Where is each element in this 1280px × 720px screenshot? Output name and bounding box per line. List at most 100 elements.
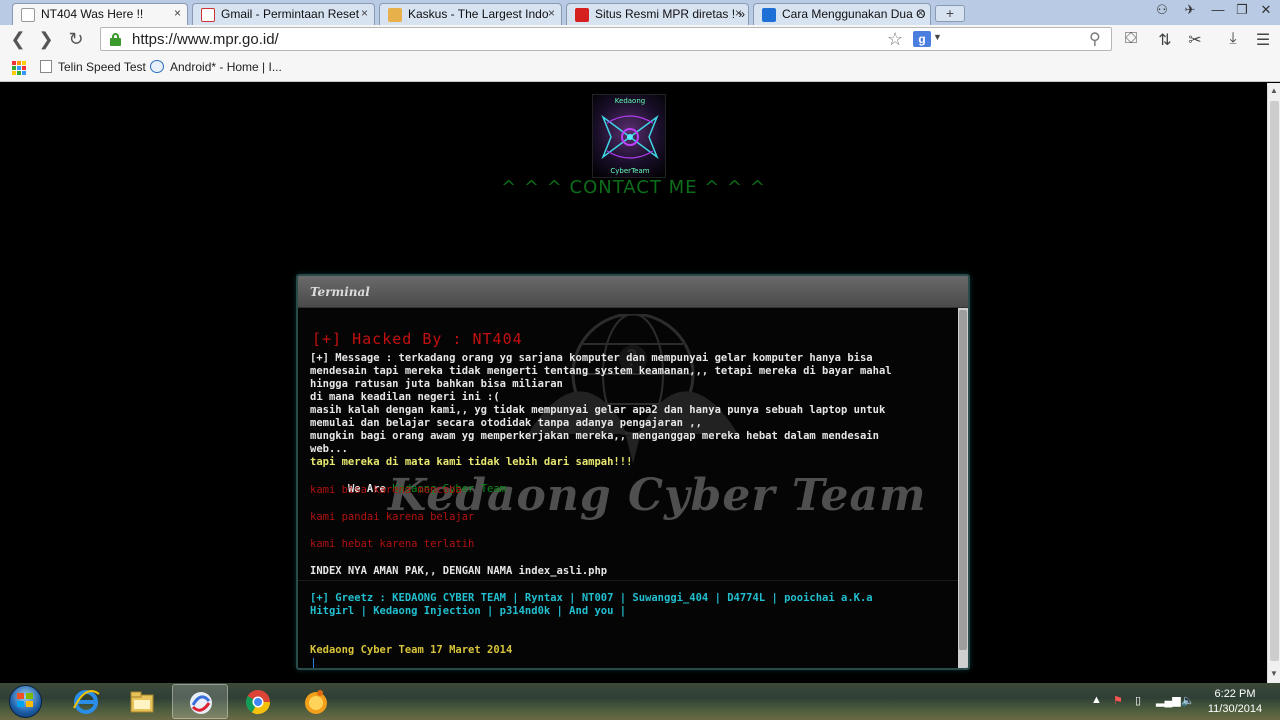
reload-icon[interactable]: ↻ (64, 29, 88, 51)
motto-line: kami bisa karena mencoba (310, 484, 462, 496)
page-scrollbar[interactable]: ▲ ▼ (1267, 83, 1280, 683)
page-icon (21, 8, 35, 22)
scissors-icon[interactable]: ✂ (1182, 30, 1208, 50)
contact-me-link[interactable]: ^ ^ ^ CONTACT ME ^ ^ ^ (0, 177, 1267, 198)
gmail-icon (201, 8, 215, 22)
bookmark-android-home[interactable]: Android* - Home | I... (150, 60, 282, 74)
bookmark-telin-speed-test[interactable]: Telin Speed Test (40, 60, 146, 74)
apps-icon[interactable] (12, 61, 27, 76)
message-line: memulai dan belajar secara otodidak tanp… (310, 417, 702, 429)
logo-text: Kedaong (614, 97, 646, 105)
page-icon (40, 60, 52, 73)
chrome-icon (245, 690, 270, 715)
terminal-window: Terminal ? Kedaong Cyber Team [+] Hacked… (296, 274, 970, 670)
motto-line: kami pandai karena belajar (310, 511, 475, 523)
search-icon[interactable]: ⚲ (1089, 29, 1101, 49)
close-window-icon[interactable]: ✕ (1252, 2, 1280, 18)
transfer-icon[interactable]: ⇅ (1152, 30, 1178, 50)
windows-taskbar (0, 683, 1280, 720)
tab-nt404[interactable]: NT404 Was Here !! × (12, 3, 188, 26)
network-icon[interactable]: ▂▄▆ (1156, 694, 1181, 707)
tab-title: NT404 Was Here !! (41, 7, 144, 21)
search-engine-badge[interactable]: g (913, 31, 931, 47)
windows-icon (762, 8, 776, 22)
taskbar-messenger[interactable] (288, 684, 344, 719)
highlight-line: tapi mereka di mata kami tidak lebih dar… (310, 456, 633, 468)
clock-date[interactable]: 11/30/2014 (1200, 703, 1270, 715)
windows-logo-icon (17, 693, 34, 708)
app-swirl-icon (190, 692, 212, 714)
scrollbar-thumb[interactable] (1270, 101, 1279, 661)
volume-icon[interactable]: 🔈 (1181, 694, 1195, 707)
lock-icon (110, 33, 121, 46)
index-note: INDEX NYA AMAN PAK,, DENGAN NAMA index_a… (310, 565, 608, 577)
chevron-down-icon[interactable]: ▼ (933, 32, 942, 42)
close-icon[interactable]: × (361, 6, 368, 20)
clock-time[interactable]: 6:22 PM (1200, 688, 1270, 700)
flag-icon[interactable]: ⚑ (1113, 694, 1123, 707)
scroll-down-icon[interactable]: ▼ (1270, 669, 1278, 678)
greetz-line: [+] Greetz : KEDAONG CYBER TEAM | Ryntax… (310, 592, 873, 604)
terminal-titlebar: Terminal (298, 276, 968, 308)
bookmarks-bar: Telin Speed Test Android* - Home | I... (0, 55, 1280, 82)
profile-icon[interactable]: ⚇ (1148, 2, 1176, 18)
team-logo[interactable]: Kedaong CyberTeam (592, 94, 666, 178)
tab-gmail[interactable]: Gmail - Permintaan Reset × (192, 3, 375, 25)
message-line: mendesain tapi mereka tidak mengerti ten… (310, 365, 892, 377)
divider (298, 580, 958, 581)
message-line: web... (310, 443, 348, 455)
hacked-by-heading: [+] Hacked By : NT404 (312, 330, 523, 348)
scroll-up-icon[interactable]: ▲ (1270, 86, 1278, 95)
tab-kaskus[interactable]: Kaskus - The Largest Indo × (379, 3, 562, 25)
taskbar-internet-explorer[interactable] (58, 684, 114, 719)
greetz-line: Hitgirl | Kedaong Injection | p314nd0k |… (310, 605, 627, 617)
address-bar[interactable]: https://www.mpr.go.id/ ☆ g ▼ ⚲ (100, 27, 1112, 51)
close-icon[interactable]: × (174, 6, 181, 20)
close-icon[interactable]: × (735, 6, 742, 20)
message-line: mungkin bagi orang awam yg memperkerjaka… (310, 430, 879, 442)
download-icon[interactable]: ⤓ (1220, 30, 1246, 48)
file-explorer-icon (130, 691, 154, 713)
tab-strip: NT404 Was Here !! × Gmail - Permintaan R… (0, 0, 1280, 26)
close-icon[interactable]: × (917, 6, 924, 20)
extension-puzzle-icon[interactable]: ⛋ (1118, 30, 1144, 48)
menu-icon[interactable]: ☰ (1250, 30, 1276, 50)
message-line: hingga ratusan juta bahkan bisa miliaran (310, 378, 563, 390)
start-button[interactable] (6, 683, 46, 720)
terminal-title: Terminal (310, 285, 370, 299)
tab-situs-mpr[interactable]: Situs Resmi MPR diretas ! » × (566, 3, 749, 25)
battery-icon[interactable]: ▯ (1135, 694, 1141, 707)
message-line: di mana keadilan negeri ini :( (310, 391, 500, 403)
message-line: masih kalah dengan kami,, yg tidak mempu… (310, 404, 886, 416)
terminal-scrollbar[interactable] (958, 308, 968, 668)
taskbar-chrome[interactable] (230, 684, 286, 719)
messenger-icon (305, 690, 327, 714)
news-icon (575, 8, 589, 22)
tab-title: Kaskus - The Largest Indo (408, 7, 549, 21)
taskbar-app-swirl[interactable] (172, 684, 228, 719)
url-text[interactable]: https://www.mpr.go.id/ (132, 31, 279, 48)
kaskus-icon (388, 8, 402, 22)
motto-line: kami hebat karena terlatih (310, 538, 475, 550)
scrollbar-thumb[interactable] (959, 310, 967, 650)
logo-text: CyberTeam (610, 167, 650, 175)
new-tab-button[interactable]: + (935, 5, 965, 22)
internet-explorer-icon (73, 690, 100, 714)
signature-line: Kedaong Cyber Team 17 Maret 2014 (310, 644, 513, 656)
tab-cara-menggunakan[interactable]: Cara Menggunakan Dua O × (753, 3, 931, 25)
show-hidden-icons[interactable]: ▲ (1091, 694, 1102, 706)
close-icon[interactable]: × (548, 6, 555, 20)
extension-icon[interactable]: ✈ (1176, 2, 1204, 18)
tab-title: Situs Resmi MPR diretas ! » (595, 7, 746, 21)
terminal-body: ? Kedaong Cyber Team [+] Hacked By : NT4… (298, 308, 958, 668)
back-icon[interactable]: ❮ (6, 29, 30, 51)
tab-title: Gmail - Permintaan Reset (221, 7, 360, 21)
text-cursor (313, 658, 314, 668)
forward-icon[interactable]: ❯ (34, 29, 58, 51)
logo-art (601, 114, 659, 160)
intel-icon (150, 60, 164, 73)
tab-title: Cara Menggunakan Dua O (782, 7, 926, 21)
taskbar-file-explorer[interactable] (114, 684, 170, 719)
bookmark-star-icon[interactable]: ☆ (887, 29, 903, 50)
message-line: [+] Message : terkadang orang yg sarjana… (310, 352, 873, 364)
